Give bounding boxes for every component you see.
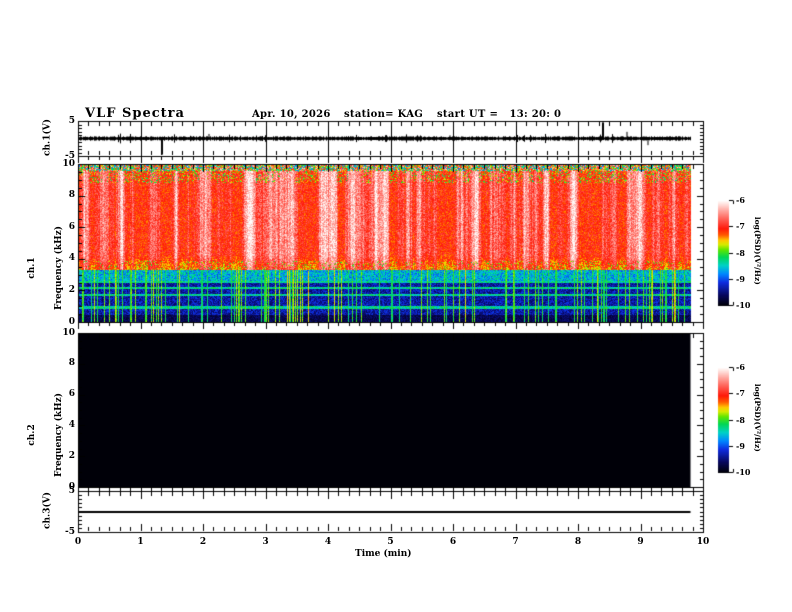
ch1-spec-ytick: 6 [68, 222, 75, 232]
x-tick-label: 5 [387, 537, 394, 547]
x-tick-label: 1 [137, 537, 144, 547]
colorbar-tick-label: -10 [736, 467, 751, 477]
colorbar-tick-label: -8 [736, 248, 745, 258]
x-tick-label: 3 [262, 537, 269, 547]
colorbar-tick-label: -6 [736, 195, 745, 205]
ch1-spec-ytick: 2 [68, 285, 75, 295]
ch1-spec-ytick: 8 [68, 190, 75, 200]
ch3-wave-ytick: -5 [65, 527, 75, 537]
ch2-spec-ytick: 10 [62, 328, 75, 338]
x-tick-label: 9 [637, 537, 644, 547]
x-tick-label: 4 [324, 537, 332, 547]
ch1-spec-axis-label-line1: ch.1 [27, 257, 37, 279]
colorbar2-label: log(PSD)(V²/Hz) [752, 383, 762, 452]
colorbar1-label: log(PSD)(V²/Hz) [752, 216, 762, 285]
colorbar-tick-label: -8 [736, 415, 745, 425]
x-tick-label: 8 [574, 537, 582, 547]
colorbar-tick-label: -7 [736, 221, 745, 231]
colorbar-tick-label: -6 [736, 362, 745, 372]
ch2-spec-ytick: 8 [68, 358, 75, 368]
header-date: Apr. 10, 2026 [252, 109, 331, 120]
colorbar-tick-label: -7 [736, 388, 745, 398]
x-tick-label: 7 [512, 537, 519, 547]
x-tick-label: 2 [199, 537, 207, 547]
x-tick-label: 10 [696, 537, 710, 547]
header-start-ut: start UT = 13: 20: 0 [437, 109, 562, 120]
plot-canvas [0, 0, 792, 612]
colorbar-tick-label: -9 [736, 274, 745, 284]
x-tick-label: 6 [449, 537, 457, 547]
x-axis-label: Time (min) [355, 549, 412, 559]
page-title: VLF Spectra [85, 106, 185, 121]
ch1-spec-ytick: 0 [68, 317, 75, 327]
ch3-wave-ytick: 5 [68, 486, 75, 496]
ch2-spec-ytick: 2 [68, 451, 75, 461]
ch2-spec-axis-label-line1: ch.2 [27, 424, 37, 446]
colorbar-tick-label: -9 [736, 441, 745, 451]
x-tick-label: 0 [74, 537, 82, 547]
ch1-wave-ytick: 5 [68, 116, 75, 126]
colorbar-tick-label: -10 [736, 300, 751, 310]
ch2-spec-ytick: 6 [68, 389, 75, 399]
ch1-spec-ytick: 4 [68, 253, 75, 263]
vlf-spectra-figure: VLF Spectra Apr. 10, 2026 station= KAG s… [0, 0, 792, 612]
ch2-spec-ytick: 4 [68, 420, 75, 430]
ch1-spec-ytick: 10 [62, 159, 75, 169]
header-station: station= KAG [344, 109, 424, 120]
